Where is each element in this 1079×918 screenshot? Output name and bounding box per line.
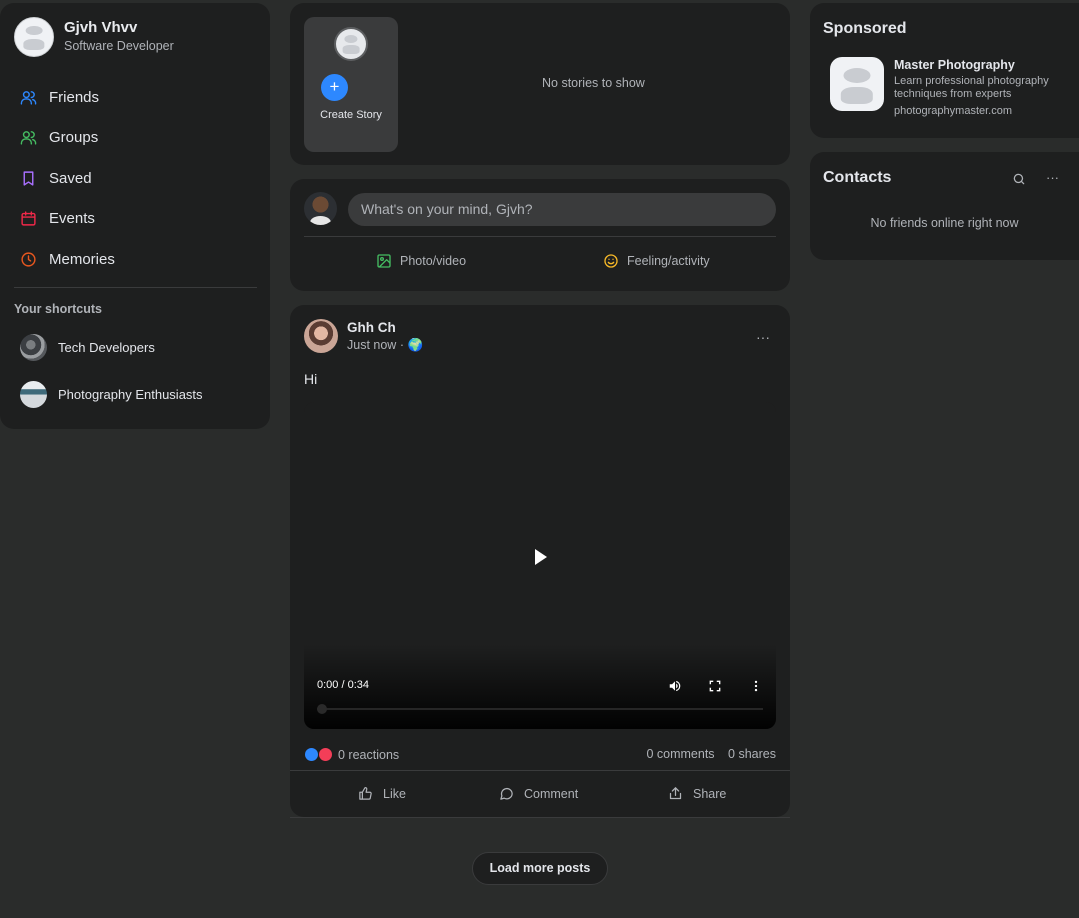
contacts-menu-button[interactable]: ··· (1046, 170, 1059, 185)
sidebar-item-label: Saved (49, 169, 92, 187)
no-friends-text: No friends online right now (870, 216, 1019, 230)
search-icon[interactable] (1012, 172, 1026, 186)
feeling-activity-button[interactable]: Feeling/activity (603, 253, 710, 269)
comments-count[interactable]: 0 comments (646, 747, 714, 761)
play-icon[interactable] (535, 549, 547, 565)
create-story-label: Create Story (320, 109, 382, 121)
shortcut-label: Photography Enthusiasts (58, 387, 203, 402)
post-time[interactable]: Just now (347, 338, 396, 352)
like-button[interactable]: Like (358, 786, 406, 801)
shortcut-photography-enthusiasts[interactable]: Photography Enthusiasts (20, 381, 203, 408)
load-more-button[interactable]: Load more posts (472, 852, 608, 885)
calendar-icon (21, 211, 36, 226)
image-icon (377, 254, 391, 268)
share-label: Share (693, 786, 727, 801)
profile-role: Software Developer (64, 39, 174, 53)
photo-video-button[interactable]: Photo/video (376, 253, 466, 269)
reactions-summary[interactable]: 0 reactions (304, 747, 399, 762)
sidebar-item-label: Memories (49, 250, 115, 268)
plus-icon[interactable]: + (321, 74, 348, 101)
volume-icon[interactable] (668, 679, 682, 693)
story-avatar (334, 27, 368, 61)
feeling-activity-label: Feeling/activity (627, 254, 710, 268)
profile-avatar (14, 17, 54, 57)
shares-count[interactable]: 0 shares (728, 747, 776, 761)
post-text: Hi (304, 371, 318, 387)
comment-label: Comment (524, 786, 579, 801)
profile-link[interactable]: Gjvh Vhvv Software Developer (14, 17, 174, 57)
sidebar-item-label: Events (49, 210, 95, 228)
smile-icon (604, 254, 618, 268)
ad-description: Learn professional photography technique… (894, 75, 1049, 100)
ad-image[interactable] (830, 57, 884, 111)
reactions-count: 0 reactions (338, 747, 400, 762)
video-progress-knob[interactable] (317, 704, 327, 714)
sponsored-title: Sponsored (823, 20, 907, 37)
create-story-tile[interactable]: + Create Story (304, 17, 398, 152)
ad-title[interactable]: Master Photography (894, 58, 1015, 72)
no-stories-text: No stories to show (542, 76, 645, 90)
group-image (20, 334, 47, 361)
composer-input[interactable]: What's on your mind, Gjvh? (348, 193, 776, 226)
like-reaction-icon (304, 747, 319, 762)
globe-icon: 🌍 (407, 338, 424, 352)
profile-name: Gjvh Vhvv (64, 19, 138, 36)
post-composer: What's on your mind, Gjvh? Photo/video F… (290, 179, 790, 291)
sidebar-divider (14, 287, 257, 288)
contacts-title: Contacts (823, 169, 892, 186)
comment-icon (500, 787, 513, 800)
left-sidebar: Gjvh Vhvv Software Developer Friends Gro… (0, 3, 270, 429)
like-label: Like (383, 786, 406, 801)
sidebar-item-label: Groups (49, 129, 99, 147)
meta-separator: · (399, 338, 404, 352)
composer-divider (304, 236, 776, 237)
groups-icon (20, 131, 37, 145)
stories-panel: + Create Story No stories to show (290, 3, 790, 165)
post-author-avatar[interactable] (304, 319, 338, 353)
post-author-name[interactable]: Ghh Ch (347, 320, 396, 335)
clock-icon (21, 252, 36, 267)
shortcut-label: Tech Developers (58, 340, 155, 355)
video-controls-gradient (304, 644, 776, 729)
share-button[interactable]: Share (668, 786, 726, 801)
feed-divider (290, 817, 790, 818)
video-player[interactable]: 0:00 / 0:34 (304, 402, 776, 729)
video-progress-bar[interactable] (317, 708, 763, 710)
bookmark-icon (23, 171, 34, 186)
sidebar-item-events[interactable]: Events (20, 199, 260, 240)
photo-video-label: Photo/video (400, 254, 467, 268)
sidebar-item-friends[interactable]: Friends (20, 77, 260, 118)
group-image (20, 381, 47, 408)
ad-url[interactable]: photographymaster.com (894, 105, 1012, 117)
share-icon (669, 787, 682, 800)
video-time: 0:00 / 0:34 (317, 679, 369, 691)
contacts-panel: Contacts ··· No friends online right now (810, 152, 1079, 260)
sidebar-nav: Friends Groups Saved Events Memories (20, 77, 260, 280)
sponsored-panel: Sponsored Master Photography Learn profe… (810, 3, 1079, 138)
post-divider (290, 770, 790, 771)
post-menu-button[interactable]: ··· (756, 329, 770, 345)
more-vertical-icon[interactable] (749, 679, 763, 693)
friends-icon (20, 90, 37, 105)
composer-avatar (304, 192, 337, 225)
sidebar-item-groups[interactable]: Groups (20, 118, 260, 159)
shortcuts-title: Your shortcuts (14, 302, 102, 316)
post-card: Ghh Ch Just now · 🌍 ··· Hi 0:00 / 0:34 0… (290, 305, 790, 817)
post-meta: Just now · 🌍 (347, 338, 423, 353)
love-reaction-icon (318, 747, 333, 762)
post-counts: 0 comments 0 shares (636, 747, 776, 761)
shortcut-tech-developers[interactable]: Tech Developers (20, 334, 155, 361)
fullscreen-icon[interactable] (708, 679, 722, 693)
comment-button[interactable]: Comment (499, 786, 578, 801)
sidebar-item-memories[interactable]: Memories (20, 239, 260, 280)
sidebar-item-saved[interactable]: Saved (20, 158, 260, 199)
sidebar-item-label: Friends (49, 88, 100, 106)
thumbs-up-icon (359, 787, 372, 800)
